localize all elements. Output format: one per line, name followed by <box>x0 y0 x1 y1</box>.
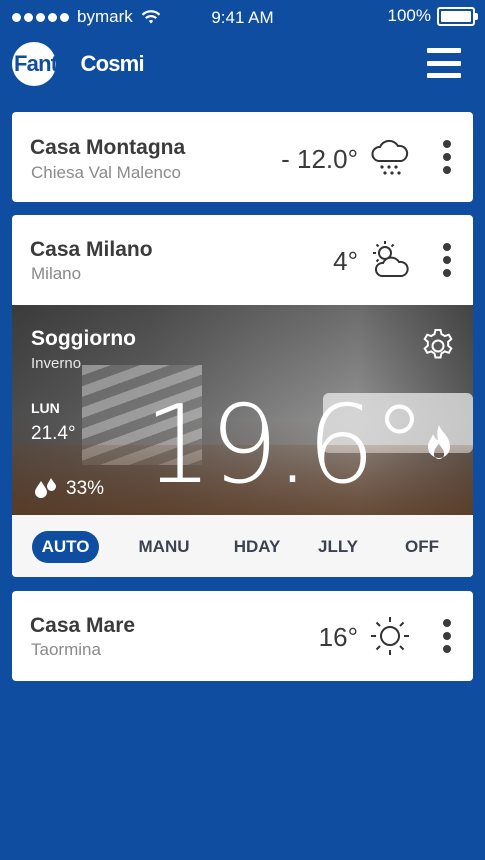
status-bar: bymark 9:41 AM 100% <box>0 0 485 34</box>
mode-auto-button[interactable]: AUTO <box>32 531 99 563</box>
house-card-montagna[interactable]: Casa Montagna Chiesa Val Malenco - 12.0° <box>12 112 473 202</box>
humidity-value: 33% <box>66 478 105 499</box>
schedule-day: LUN <box>31 400 60 416</box>
house-options-icon[interactable] <box>443 140 451 174</box>
current-room-temperature: 19.6° <box>144 383 426 508</box>
house-name: Casa Montagna <box>30 136 186 159</box>
house-card-milano[interactable]: Casa Milano Milano 4° Soggiorno Inverno … <box>12 215 473 577</box>
logo-text-fantini: Fantini <box>14 51 81 76</box>
battery-percent: 100% <box>387 6 431 25</box>
app-header: FantiniCosmi <box>0 34 485 96</box>
sun-icon <box>371 617 409 655</box>
outdoor-temperature: 16° <box>318 622 358 652</box>
battery-icon <box>437 6 478 26</box>
room-season: Inverno <box>31 355 82 372</box>
app-screen: bymark 9:41 AM 100% FantiniCosmi Casa Mo… <box>0 0 485 860</box>
house-options-icon[interactable] <box>443 243 451 277</box>
snow-cloud-icon <box>371 139 409 175</box>
mode-jlly-button[interactable]: JLLY <box>308 531 368 563</box>
house-location: Milano <box>31 264 82 283</box>
house-options-icon[interactable] <box>443 619 451 653</box>
hamburger-menu-icon[interactable] <box>427 48 461 78</box>
house-location: Taormina <box>31 640 101 659</box>
room-name: Soggiorno <box>31 327 136 350</box>
water-drops-icon <box>35 478 56 498</box>
mode-selector: AUTO MANU HDAY JLLY OFF <box>12 515 473 577</box>
house-location: Chiesa Val Malenco <box>31 163 181 182</box>
mode-off-button[interactable]: OFF <box>394 531 450 563</box>
mode-hday-button[interactable]: HDAY <box>224 531 290 563</box>
room-panel-soggiorno[interactable]: Soggiorno Inverno LUN 21.4° 19.6° 33% <box>12 305 473 515</box>
gear-icon[interactable] <box>419 327 457 365</box>
battery-group: 100% <box>387 6 478 26</box>
outdoor-temperature: 4° <box>333 246 358 276</box>
brand-logo[interactable]: FantiniCosmi <box>14 51 145 77</box>
setpoint-temperature: 21.4° <box>31 423 76 444</box>
flame-icon <box>428 425 450 460</box>
logo-text-cosmi: Cosmi <box>80 51 145 76</box>
partly-cloudy-icon <box>373 241 409 277</box>
mode-manu-button[interactable]: MANU <box>130 531 198 563</box>
house-name: Casa Mare <box>30 614 136 637</box>
house-name: Casa Milano <box>30 238 153 261</box>
house-card-mare[interactable]: Casa Mare Taormina 16° <box>12 591 473 681</box>
outdoor-temperature: - 12.0° <box>281 144 358 174</box>
